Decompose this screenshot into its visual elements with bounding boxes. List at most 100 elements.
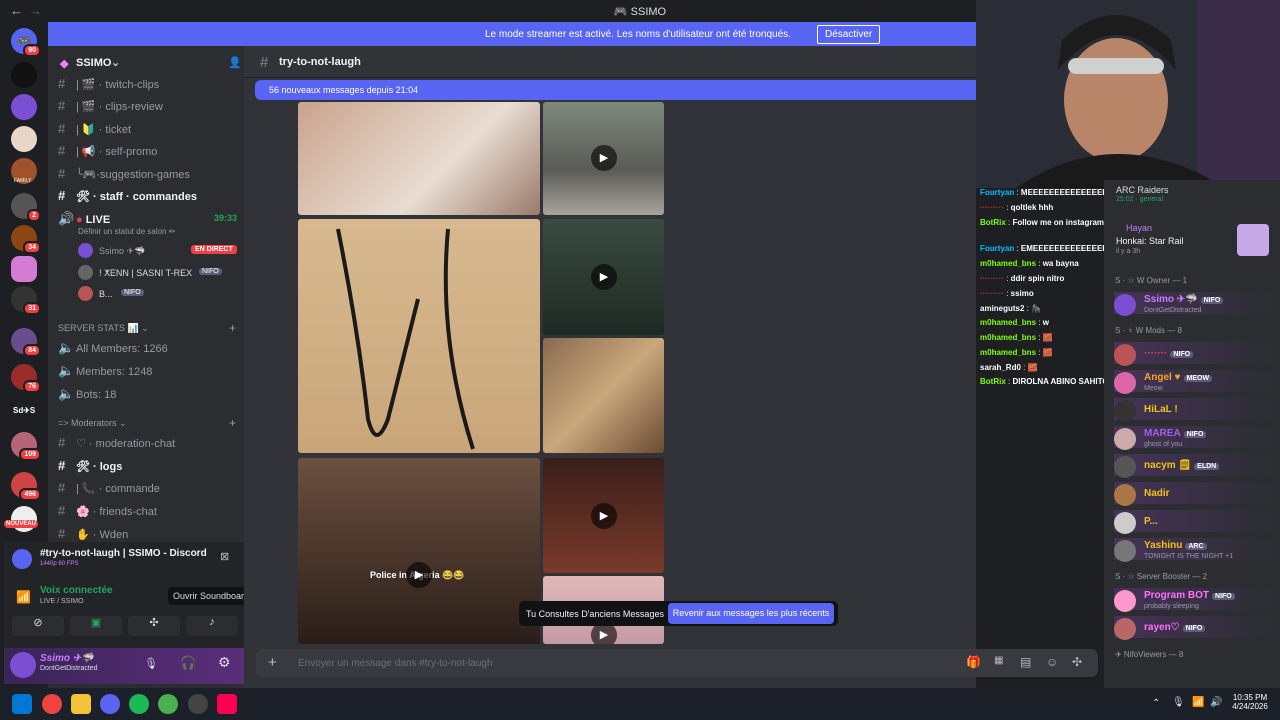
- chat-username: m0hamed_bns: [980, 348, 1037, 357]
- voice-user[interactable]: ! ⵅENN | SASNI T-REX NIFO: [78, 265, 244, 283]
- add-attachment-icon[interactable]: +: [268, 654, 277, 671]
- chat-username: sarah_Rd0: [980, 363, 1021, 372]
- channel-status[interactable]: Définir un statut de salon ✏: [78, 227, 175, 236]
- stat-channel[interactable]: 🔈 Members: 1248: [58, 363, 152, 383]
- channel-item[interactable]: # 🌸 · friends-chat: [58, 503, 157, 523]
- chat-message: sarah_Rd0 : 🧱: [980, 363, 1038, 372]
- spotify-icon[interactable]: [129, 694, 149, 714]
- server-icon[interactable]: [11, 256, 37, 282]
- server-icon[interactable]: Sd✈S: [13, 406, 35, 415]
- composer-placeholder[interactable]: Envoyer un message dans #try-to-not-laug…: [298, 658, 493, 669]
- media-video[interactable]: ▶: [543, 219, 664, 335]
- server-icon[interactable]: 31: [11, 286, 41, 315]
- settings-gear-icon[interactable]: ⚙: [218, 654, 231, 671]
- add-user-icon[interactable]: 👤: [228, 56, 242, 69]
- member-item[interactable]: Program BOT NIFO probably sleeping: [1114, 588, 1280, 612]
- file-explorer-icon[interactable]: [71, 694, 91, 714]
- live-badge: EN DIRECT: [191, 245, 237, 254]
- dm-home-icon[interactable]: 🎮 90: [11, 28, 41, 57]
- new-messages-bar[interactable]: 56 nouveaux messages depuis 21:04: [255, 80, 976, 100]
- apps-icon[interactable]: ✣: [1072, 655, 1082, 669]
- channel-item[interactable]: # | 🎬 · clips-review: [58, 98, 163, 118]
- soundboard-button[interactable]: ♪: [186, 616, 238, 636]
- media-video[interactable]: Police in Algeria 😂😂▶: [298, 458, 540, 644]
- server-header[interactable]: ◆ SSIMO ⌄ 👤: [48, 46, 244, 78]
- media-image[interactable]: [543, 338, 664, 453]
- member-item[interactable]: Nadir: [1114, 482, 1280, 506]
- member-item[interactable]: ······· NIFO: [1114, 342, 1280, 366]
- server-icon[interactable]: [11, 506, 37, 532]
- member-item[interactable]: Ssimo ✈🦈 NIFO DontGetDistracted: [1114, 292, 1280, 316]
- speaker-icon: 🔈: [58, 386, 75, 401]
- member-item[interactable]: rayen♡ NIFO: [1114, 616, 1280, 640]
- server-icon[interactable]: 34: [11, 225, 41, 254]
- media-video[interactable]: ▶: [543, 458, 664, 573]
- server-icon[interactable]: [11, 126, 37, 152]
- channel-item[interactable]: # | 🔰 · ticket: [58, 121, 131, 141]
- media-image[interactable]: [298, 219, 540, 453]
- media-image[interactable]: [298, 102, 540, 215]
- channel-item[interactable]: # | 📞 · commande: [58, 480, 160, 500]
- user-name[interactable]: Ssimo ✈🦈: [40, 653, 94, 664]
- voice-timer: 39:33: [214, 213, 238, 223]
- activities-button[interactable]: ✣: [128, 616, 180, 636]
- server-icon[interactable]: 496: [11, 472, 41, 501]
- chat-text: MEEEEEEEEEEEEEEE: [1020, 188, 1108, 197]
- member-item[interactable]: Angel ♥ MEOW Meow: [1114, 370, 1280, 394]
- server-icon[interactable]: 109: [11, 432, 41, 461]
- clock[interactable]: 10:35 PM 4/24/2026: [1230, 693, 1270, 711]
- server-icon[interactable]: 2: [11, 193, 41, 222]
- member-tag: NIFO: [1183, 431, 1207, 438]
- channel-item[interactable]: # | 📢 · self-promo: [58, 143, 157, 163]
- microphone-icon[interactable]: 🎙: [144, 657, 158, 670]
- chat-text: ssimo: [1010, 289, 1034, 298]
- member-tag: ELDN: [1194, 463, 1220, 470]
- gif-icon[interactable]: ▦: [994, 655, 1003, 666]
- microphone-icon[interactable]: 🎙: [1172, 697, 1185, 708]
- voice-user[interactable]: B... NIFO: [78, 286, 244, 304]
- channel-item[interactable]: # | 🎬 · twitch-clips: [58, 76, 159, 96]
- volume-icon[interactable]: 🔊: [1210, 697, 1222, 708]
- member-item[interactable]: Yashinu ARC TONIGHT IS THE NIGHT +1: [1114, 538, 1280, 562]
- wifi-icon[interactable]: 📶: [1192, 697, 1204, 708]
- category-server-stats[interactable]: SERVER STATS 📊 ⌄ +: [58, 321, 236, 335]
- jump-to-present-button[interactable]: Revenir aux messages les plus récents: [668, 603, 834, 624]
- category-moderators[interactable]: => Moderators ⌄ +: [58, 416, 236, 430]
- avatar: [1114, 400, 1136, 422]
- server-icon[interactable]: 76: [11, 364, 41, 393]
- windows-start-icon[interactable]: [12, 694, 32, 714]
- close-icon[interactable]: ⊠: [220, 550, 229, 563]
- member-item[interactable]: P...: [1114, 510, 1280, 534]
- discord-icon[interactable]: [100, 694, 120, 714]
- tray-chevron-icon[interactable]: ⌃: [1152, 698, 1160, 709]
- message-composer[interactable]: + Envoyer un message dans #try-to-not-la…: [256, 649, 1098, 677]
- voice-user[interactable]: Ssimo ✈🦈 EN DIRECT: [78, 243, 244, 261]
- sticker-icon[interactable]: ▤: [1020, 655, 1031, 669]
- chrome-icon[interactable]: [42, 694, 62, 714]
- emoji-icon[interactable]: ☺: [1046, 655, 1058, 669]
- member-item[interactable]: MAREA NIFO ghost of you: [1114, 426, 1280, 450]
- avatar[interactable]: [10, 652, 36, 678]
- chrome-icon[interactable]: [158, 694, 178, 714]
- stat-channel[interactable]: 🔈 Bots: 18: [58, 386, 116, 406]
- camera-off-button[interactable]: ⊘: [12, 616, 64, 636]
- channel-item[interactable]: # ╰🎮·suggestion-games: [58, 166, 190, 186]
- media-video[interactable]: ▶: [543, 102, 664, 215]
- avatar: [1114, 618, 1136, 640]
- channel-item[interactable]: # ♡ · moderation-chat: [58, 435, 175, 455]
- headphones-icon[interactable]: 🎧: [180, 655, 196, 671]
- gift-icon[interactable]: 🎁: [966, 655, 981, 669]
- server-icon[interactable]: [11, 94, 37, 120]
- tiktok-icon[interactable]: [217, 694, 237, 714]
- channel-item[interactable]: # 🛠 · logs: [58, 458, 122, 478]
- server-icon[interactable]: 84: [11, 328, 41, 357]
- screen-share-button[interactable]: ▣: [70, 616, 122, 636]
- server-icon[interactable]: [11, 62, 37, 88]
- member-item[interactable]: nacym 🗒 ELDN: [1114, 454, 1280, 478]
- obs-icon[interactable]: [188, 694, 208, 714]
- member-item[interactable]: HiLaL !: [1114, 398, 1280, 422]
- voice-connected-label[interactable]: Voix connectée: [40, 585, 113, 596]
- channel-item-staff[interactable]: # 🛠 · staff · commandes: [58, 188, 197, 208]
- stat-channel[interactable]: 🔈 All Members: 1266: [58, 340, 168, 360]
- disable-streamer-button[interactable]: Désactiver: [817, 25, 881, 44]
